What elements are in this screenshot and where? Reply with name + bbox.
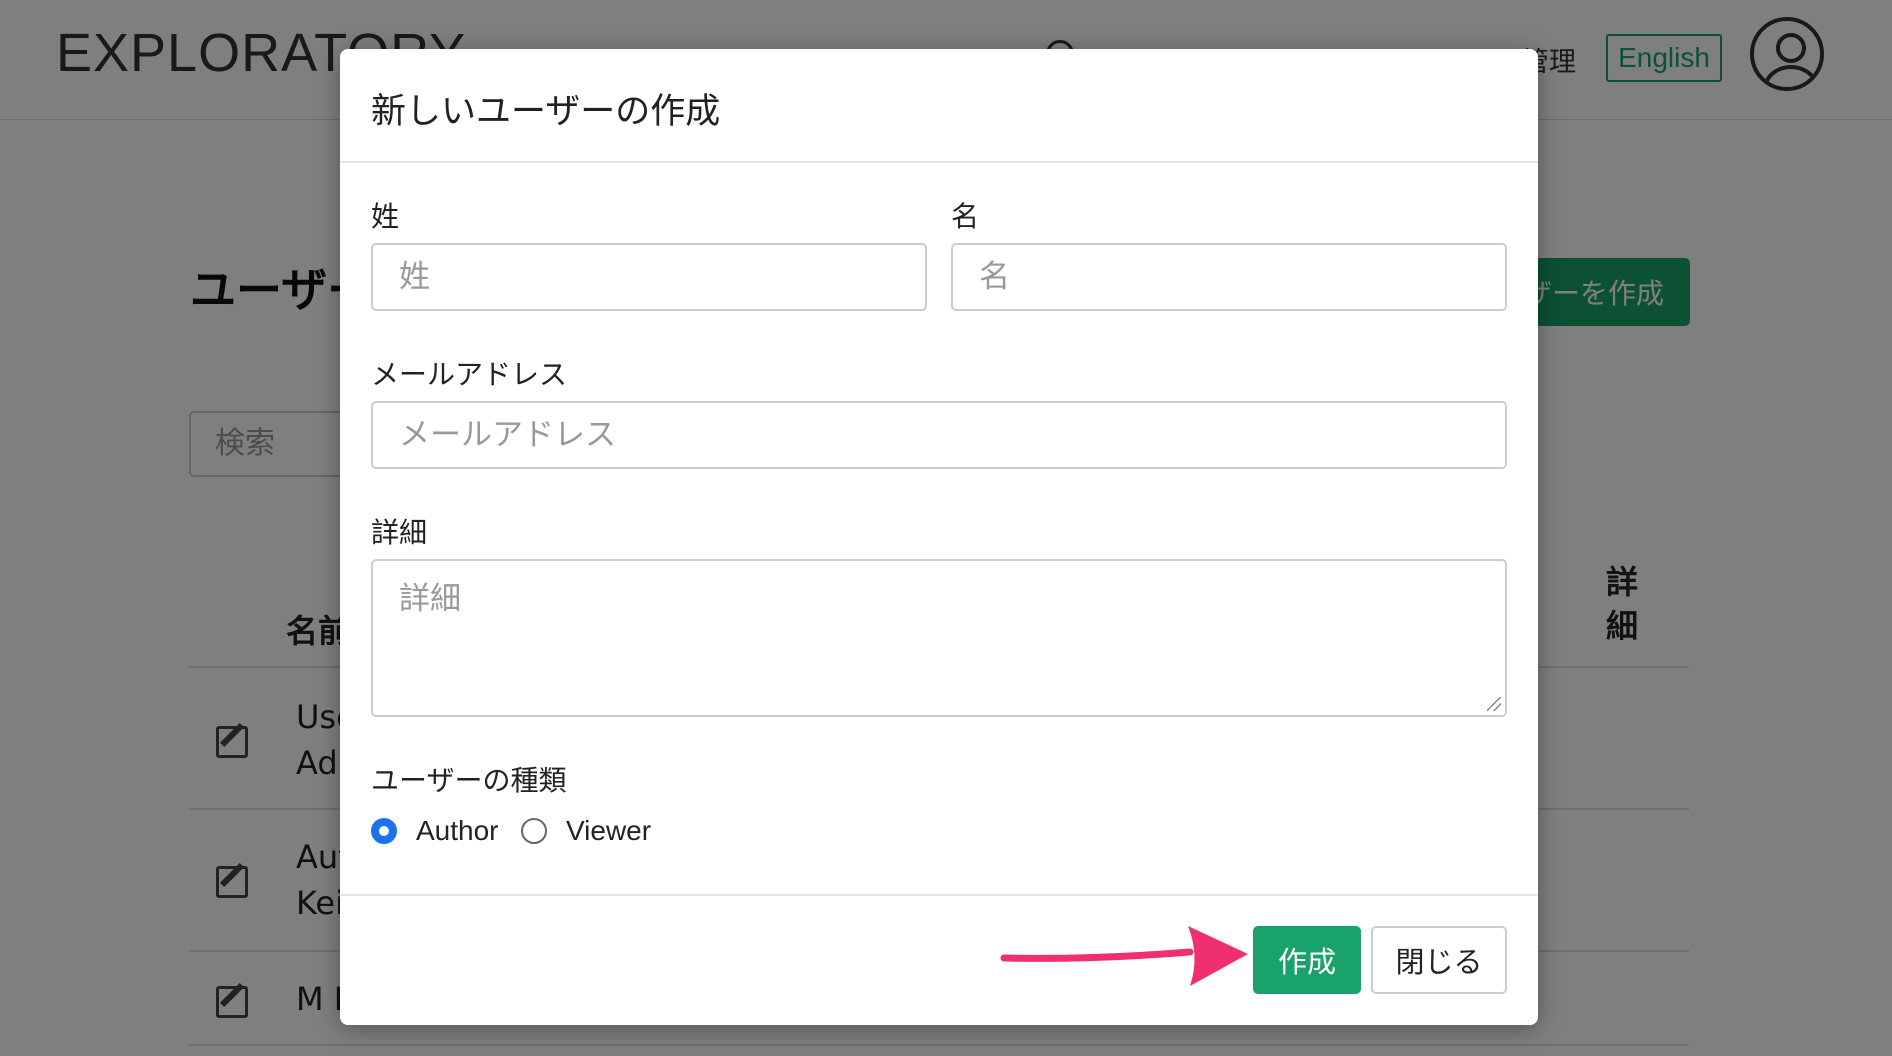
- email-field[interactable]: メールアドレス: [371, 401, 1507, 469]
- viewer-radio-label[interactable]: Viewer: [566, 815, 651, 847]
- detail-label: 詳細: [371, 516, 428, 549]
- dialog-header: 新しいユーザーの作成: [340, 49, 1538, 163]
- dialog-title: 新しいユーザーの作成: [371, 92, 721, 132]
- resize-handle-icon[interactable]: [1487, 697, 1501, 711]
- annotation-arrow-icon: [1000, 926, 1248, 986]
- author-radio-label[interactable]: Author: [416, 815, 499, 847]
- email-label: メールアドレス: [371, 358, 568, 391]
- dialog-footer-divider: [340, 894, 1538, 896]
- create-user-dialog: 新しいユーザーの作成 姓 姓 名 名 メールアドレス メールアドレス 詳細 詳細…: [340, 49, 1538, 1025]
- last-name-label: 姓: [371, 200, 400, 233]
- author-radio[interactable]: [371, 818, 397, 844]
- first-name-field[interactable]: 名: [951, 243, 1507, 311]
- create-button[interactable]: 作成: [1253, 926, 1361, 994]
- user-type-label: ユーザーの種類: [371, 764, 567, 797]
- detail-textarea[interactable]: 詳細: [371, 559, 1507, 717]
- detail-placeholder: 詳細: [399, 581, 461, 617]
- first-name-label: 名: [951, 200, 980, 233]
- close-button[interactable]: 閉じる: [1371, 926, 1507, 994]
- viewer-radio[interactable]: [521, 818, 547, 844]
- last-name-field[interactable]: 姓: [371, 243, 927, 311]
